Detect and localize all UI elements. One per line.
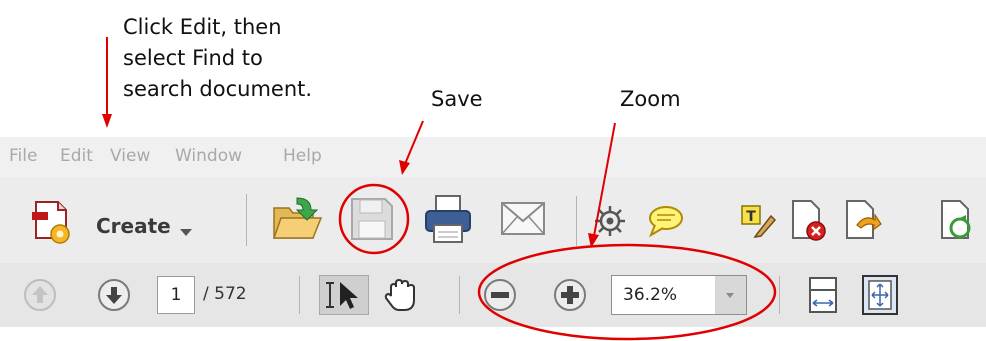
menu-view[interactable]: View — [110, 146, 150, 166]
fit-width-icon — [809, 277, 837, 313]
instruction-line-1: Click Edit, then — [123, 15, 282, 39]
instruction-line-3: search document. — [123, 77, 313, 101]
svg-text:T: T — [746, 209, 756, 225]
arrow-up-icon — [24, 279, 56, 311]
toolbar-separator — [246, 194, 247, 246]
delete-page-icon — [792, 200, 826, 241]
save-button[interactable] — [349, 196, 395, 242]
rotate-page-icon — [941, 200, 971, 239]
instruction-annotation: Click Edit, then select Find to search d… — [123, 12, 312, 105]
email-button[interactable] — [500, 200, 546, 238]
create-dropdown-arrow[interactable] — [180, 222, 192, 241]
toolbar-separator — [576, 196, 577, 246]
gear-icon — [595, 206, 625, 236]
open-button[interactable] — [271, 194, 323, 244]
page-total: / 572 — [203, 284, 247, 304]
zoom-out-button[interactable] — [482, 277, 518, 313]
menu-edit[interactable]: Edit — [60, 146, 93, 166]
chevron-down-icon — [726, 293, 734, 298]
toolbar-separator — [779, 276, 780, 314]
floppy-disk-icon — [351, 198, 393, 240]
print-button[interactable] — [423, 193, 473, 245]
menu-bar: File Edit View Window Help — [0, 137, 986, 177]
export-page-icon — [846, 200, 882, 239]
fit-width-button[interactable] — [806, 274, 840, 316]
page-number-input[interactable]: 1 — [157, 276, 195, 314]
delete-pages-button[interactable] — [789, 198, 829, 242]
menu-window[interactable]: Window — [175, 146, 242, 166]
plus-circle-icon — [554, 279, 586, 311]
next-page-button[interactable] — [96, 277, 132, 313]
text-edit-icon: T — [741, 205, 777, 239]
fit-page-icon — [862, 275, 898, 315]
minus-circle-icon — [484, 279, 516, 311]
zoom-annotation-label: Zoom — [620, 87, 681, 111]
previous-page-button[interactable] — [22, 277, 58, 313]
zoom-level-input[interactable]: 36.2% — [611, 275, 716, 315]
fit-page-button[interactable] — [861, 274, 899, 316]
menu-file[interactable]: File — [9, 146, 37, 166]
comment-bubble-icon — [648, 206, 683, 238]
edit-arrow — [102, 37, 112, 128]
text-edit-button[interactable]: T — [739, 202, 777, 239]
toolbar-separator — [459, 276, 460, 314]
hand-tool-button[interactable] — [381, 276, 419, 314]
zoom-dropdown-button[interactable] — [715, 275, 747, 315]
printer-icon — [425, 195, 471, 243]
select-tool-button[interactable] — [319, 275, 369, 315]
create-label[interactable]: Create — [96, 214, 171, 238]
toolbar-separator — [299, 276, 300, 314]
create-button[interactable] — [30, 198, 76, 244]
hand-icon — [384, 278, 415, 311]
chevron-down-icon — [180, 229, 192, 236]
create-pdf-icon — [32, 201, 70, 244]
open-folder-icon — [272, 197, 323, 239]
zoom-in-button[interactable] — [552, 277, 588, 313]
envelope-icon — [501, 202, 545, 235]
export-button[interactable] — [843, 198, 883, 242]
settings-button[interactable] — [593, 204, 627, 238]
text-select-cursor-icon — [326, 282, 358, 309]
menu-help[interactable]: Help — [283, 146, 322, 166]
save-annotation-label: Save — [431, 87, 483, 111]
instruction-line-2: select Find to — [123, 46, 263, 70]
comment-button[interactable] — [647, 204, 685, 238]
arrow-down-icon — [98, 279, 130, 311]
rotate-button[interactable] — [938, 198, 978, 242]
